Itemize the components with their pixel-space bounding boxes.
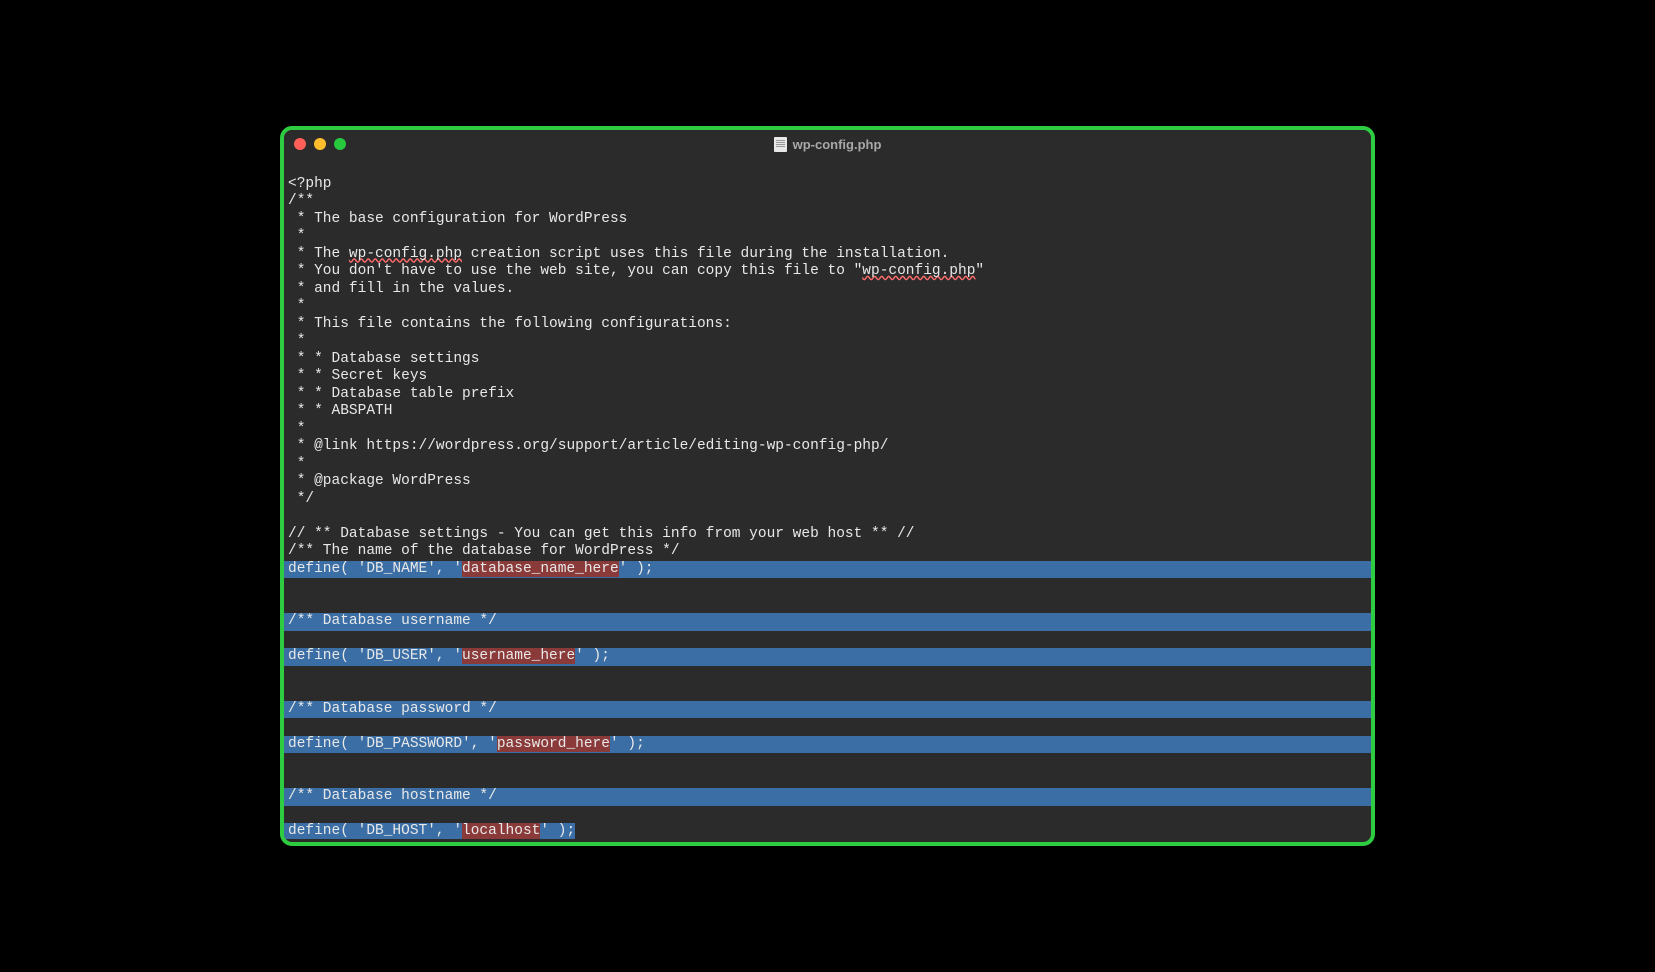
code-line: * * ABSPATH (284, 403, 392, 419)
code-line (284, 508, 288, 524)
code-line: * * Database settings (284, 351, 479, 367)
spellcheck-underline: wp-config.php (862, 263, 975, 279)
close-button[interactable] (294, 138, 306, 150)
title-center: wp-config.php (284, 137, 1371, 152)
code-line: * @link https://wordpress.org/support/ar… (284, 438, 888, 454)
selected-line: define( 'DB_NAME', 'database_name_here' … (284, 561, 1371, 579)
code-line: * @package WordPress (284, 473, 471, 489)
window-title: wp-config.php (793, 137, 882, 152)
code-line: * * Database table prefix (284, 386, 514, 402)
code-line: * * Secret keys (284, 368, 427, 384)
code-line: * (284, 228, 305, 244)
traffic-lights (294, 138, 346, 150)
code-line: */ (284, 491, 314, 507)
selected-line: /** Database hostname */ (284, 788, 1371, 806)
code-line: * This file contains the following confi… (284, 316, 732, 332)
selected-line: /** Database username */ (284, 613, 1371, 631)
code-line: * The base configuration for WordPress (284, 211, 627, 227)
selected-line: define( 'DB_USER', 'username_here' ); (284, 648, 1371, 666)
code-line: // ** Database settings - You can get th… (284, 526, 915, 542)
code-line: * (284, 333, 305, 349)
code-editor[interactable]: <?php /** * The base configuration for W… (284, 158, 1371, 842)
selected-line-partial: define( 'DB_HOST', 'localhost' ); (284, 823, 1371, 841)
code-line: * (284, 298, 305, 314)
minimize-button[interactable] (314, 138, 326, 150)
highlighted-value: username_here (462, 648, 575, 664)
titlebar: wp-config.php (284, 130, 1371, 158)
code-line: * You don't have to use the web site, yo… (284, 263, 984, 279)
highlighted-value: localhost (462, 823, 540, 839)
highlighted-value: database_name_here (462, 561, 619, 577)
code-line: * The wp-config.php creation script uses… (284, 246, 949, 262)
code-line: <?php (284, 176, 332, 192)
spellcheck-underline: wp-config.php (349, 246, 462, 262)
file-icon (774, 137, 787, 152)
editor-window: wp-config.php <?php /** * The base confi… (280, 126, 1375, 846)
code-line: * (284, 456, 305, 472)
code-line: /** (284, 193, 314, 209)
code-line: * and fill in the values. (284, 281, 514, 297)
selected-line: define( 'DB_PASSWORD', 'password_here' )… (284, 736, 1371, 754)
highlighted-value: password_here (497, 736, 610, 752)
maximize-button[interactable] (334, 138, 346, 150)
selected-line: /** Database password */ (284, 701, 1371, 719)
code-line: /** The name of the database for WordPre… (284, 543, 680, 559)
code-line: * (284, 421, 305, 437)
